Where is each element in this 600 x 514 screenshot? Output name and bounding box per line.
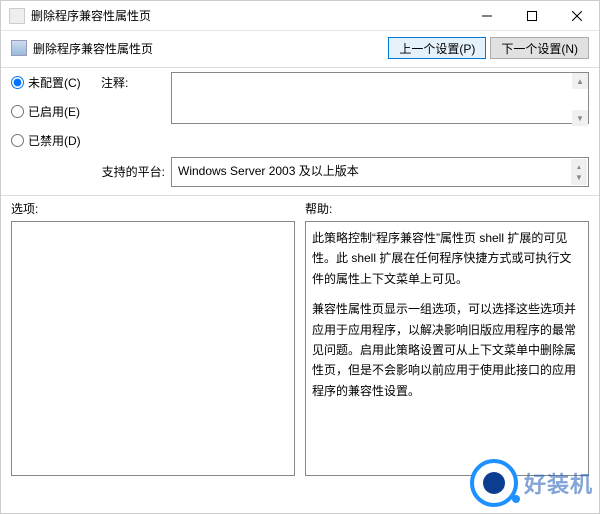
- window-title: 删除程序兼容性属性页: [31, 7, 464, 24]
- radio-not-configured[interactable]: 未配置(C): [11, 74, 101, 91]
- policy-icon: [11, 40, 27, 56]
- help-box[interactable]: 此策略控制“程序兼容性”属性页 shell 扩展的可见性。此 shell 扩展在…: [305, 221, 589, 476]
- window-controls: [464, 1, 599, 31]
- options-column: 选项:: [11, 200, 295, 476]
- header-left: 删除程序兼容性属性页: [11, 40, 153, 57]
- options-label: 选项:: [11, 200, 295, 217]
- config-row: 未配置(C) 已启用(E) 已禁用(D) 注释: ▲ ▼: [1, 68, 599, 155]
- radio-not-configured-input[interactable]: [11, 76, 24, 89]
- platform-row: 支持的平台: Windows Server 2003 及以上版本 ▲ ▼: [1, 155, 599, 195]
- app-icon: [9, 8, 25, 24]
- maximize-button[interactable]: [509, 1, 554, 31]
- radio-enabled-label: 已启用(E): [28, 103, 80, 120]
- previous-setting-button[interactable]: 上一个设置(P): [388, 37, 486, 59]
- help-paragraph-1: 此策略控制“程序兼容性”属性页 shell 扩展的可见性。此 shell 扩展在…: [312, 228, 582, 289]
- help-paragraph-2: 兼容性属性页显示一组选项，可以选择这些选项并应用于应用程序，以解决影响旧版应用程…: [312, 299, 582, 401]
- close-button[interactable]: [554, 1, 599, 31]
- radio-enabled-input[interactable]: [11, 105, 24, 118]
- comment-label: 注释:: [101, 72, 171, 91]
- radio-group: 未配置(C) 已启用(E) 已禁用(D): [11, 72, 101, 149]
- options-box[interactable]: [11, 221, 295, 476]
- minimize-button[interactable]: [464, 1, 509, 31]
- minimize-icon: [482, 11, 492, 21]
- radio-disabled-input[interactable]: [11, 134, 24, 147]
- titlebar: 删除程序兼容性属性页: [1, 1, 599, 31]
- next-setting-button[interactable]: 下一个设置(N): [490, 37, 589, 59]
- radio-disabled[interactable]: 已禁用(D): [11, 132, 101, 149]
- dialog-window: 删除程序兼容性属性页 删除程序兼容性属性页 上一个设置(P) 下一个设置(N): [0, 0, 600, 514]
- platform-label: 支持的平台:: [11, 157, 171, 187]
- scroll-down-icon[interactable]: ▼: [572, 110, 588, 126]
- radio-enabled[interactable]: 已启用(E): [11, 103, 101, 120]
- page-title: 删除程序兼容性属性页: [33, 40, 153, 57]
- radio-not-configured-label: 未配置(C): [28, 74, 81, 91]
- maximize-icon: [527, 11, 537, 21]
- help-label: 帮助:: [305, 200, 589, 217]
- comment-input[interactable]: [171, 72, 589, 124]
- help-column: 帮助: 此策略控制“程序兼容性”属性页 shell 扩展的可见性。此 shell…: [305, 200, 589, 476]
- header-row: 删除程序兼容性属性页 上一个设置(P) 下一个设置(N): [1, 31, 599, 67]
- close-icon: [572, 11, 582, 21]
- lower-section: 选项: 帮助: 此策略控制“程序兼容性”属性页 shell 扩展的可见性。此 s…: [1, 196, 599, 486]
- scroll-up-icon[interactable]: ▲: [572, 73, 588, 89]
- platform-value-box: Windows Server 2003 及以上版本 ▲ ▼: [171, 157, 589, 187]
- radio-disabled-label: 已禁用(D): [28, 132, 81, 149]
- scroll-down-icon[interactable]: ▼: [571, 169, 587, 185]
- comment-field-wrap: ▲ ▼: [171, 72, 589, 127]
- platform-value: Windows Server 2003 及以上版本: [178, 164, 359, 178]
